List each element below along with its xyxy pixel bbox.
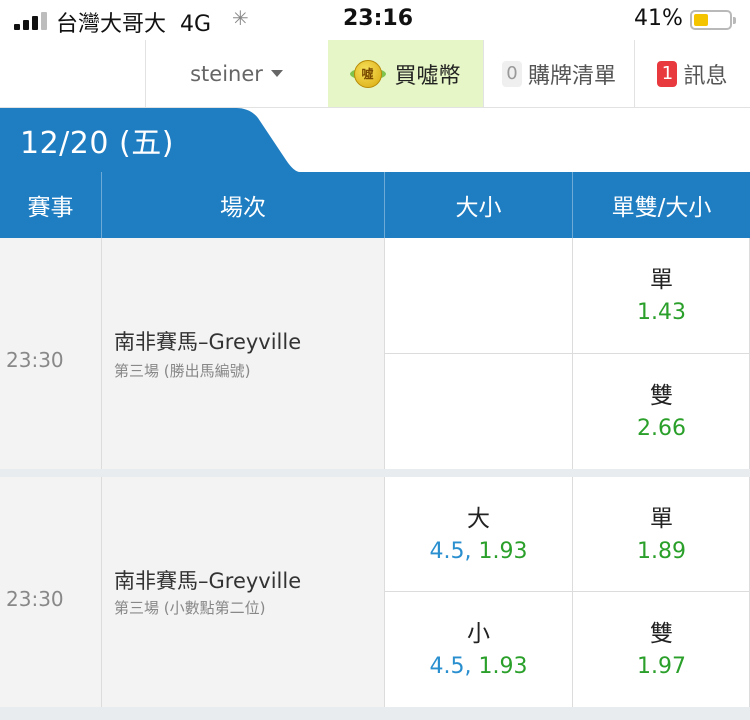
table-row: 23:30 南非賽馬–Greyville 第三場 (小數點第二位) 大 4.5,… (0, 477, 750, 707)
top-nav: steiner 噓 買噓幣 0 購牌清單 1 訊息 (0, 40, 750, 108)
odds-label: 大 (467, 505, 490, 532)
race-name: 南非賽馬–Greyville (114, 330, 302, 354)
race-market: 第三場 (勝出馬編號) (114, 362, 251, 380)
buy-coins-button[interactable]: 噓 買噓幣 (328, 40, 483, 107)
odds-value: 1.89 (637, 538, 686, 564)
race-name: 南非賽馬–Greyville (114, 569, 302, 593)
bet-slip-count-badge: 0 (501, 60, 522, 87)
user-menu[interactable]: steiner (146, 40, 327, 107)
bet-slip-tab[interactable]: 0 購牌清單 (484, 40, 634, 107)
table-row: 23:30 南非賽馬–Greyville 第三場 (勝出馬編號) 單 1.43 … (0, 238, 750, 469)
race-time: 23:30 (6, 587, 64, 611)
loading-spinner-icon: ✳ (232, 6, 249, 30)
odds-label: 雙 (650, 382, 673, 409)
under-odds-cell[interactable] (385, 354, 572, 469)
row-separator (0, 469, 750, 477)
messages-label: 訊息 (683, 63, 728, 89)
table-header: 賽事 場次 大小 單雙/大小 (0, 172, 750, 238)
race-time: 23:30 (6, 348, 64, 372)
username: steiner (190, 61, 263, 86)
even-odds-cell[interactable]: 雙 2.66 (573, 354, 750, 469)
coin-icon: 噓 (350, 59, 387, 88)
header-event: 賽事 (27, 195, 74, 221)
date-bar: 12/20 (五) (0, 108, 750, 172)
row-separator (0, 707, 750, 720)
carrier-label: 台灣大哥大 4G (56, 12, 212, 37)
signal-icon (14, 12, 48, 30)
odds-value: 1.97 (637, 653, 686, 679)
odds-value: 4.5, 1.93 (429, 653, 528, 679)
odd-odds-cell[interactable]: 單 1.43 (573, 238, 750, 353)
header-over-under: 大小 (455, 195, 502, 221)
battery-icon (690, 10, 736, 30)
header-race: 場次 (220, 195, 266, 221)
status-time: 23:16 (343, 6, 414, 31)
odds-value: 2.66 (637, 415, 686, 441)
header-odd-even: 單雙/大小 (611, 195, 712, 221)
odds-value: 1.43 (637, 299, 686, 325)
odd-odds-cell[interactable]: 單 1.89 (573, 477, 750, 592)
status-bar: 台灣大哥大 4G ✳ 23:16 41% (0, 0, 750, 40)
messages-tab[interactable]: 1 訊息 (635, 40, 750, 107)
under-odds-cell[interactable]: 小 4.5, 1.93 (385, 592, 572, 707)
odds-label: 單 (650, 505, 673, 532)
over-odds-cell[interactable] (385, 238, 572, 353)
odds-label: 雙 (650, 620, 673, 647)
date-tab[interactable]: 12/20 (五) (20, 118, 174, 162)
odds-value: 4.5, 1.93 (429, 538, 528, 564)
race-market: 第三場 (小數點第二位) (114, 599, 266, 617)
bet-slip-label: 購牌清單 (527, 63, 616, 89)
odds-label: 小 (467, 620, 490, 647)
dropdown-caret-icon (270, 70, 283, 77)
messages-count-badge: 1 (657, 60, 678, 87)
even-odds-cell[interactable]: 雙 1.97 (573, 592, 750, 707)
odds-label: 單 (650, 266, 673, 293)
buy-coins-label: 買噓幣 (394, 63, 461, 89)
over-odds-cell[interactable]: 大 4.5, 1.93 (385, 477, 572, 592)
battery-percent: 41% (634, 6, 683, 31)
network-label: 4G (180, 12, 212, 37)
